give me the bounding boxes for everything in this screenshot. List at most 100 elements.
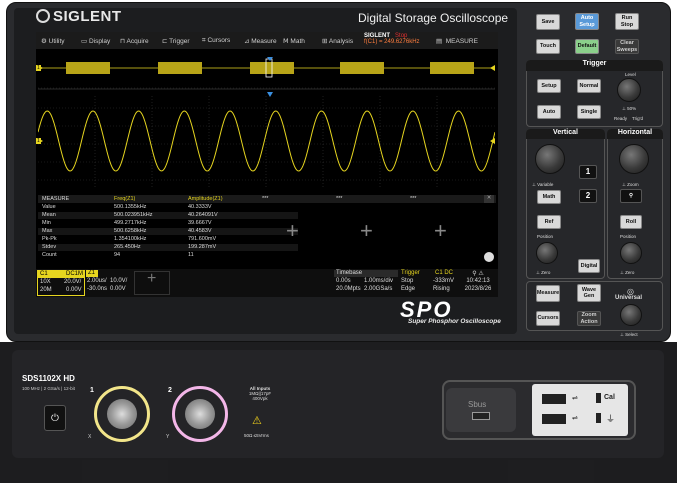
auto-setup-button[interactable]: Auto Setup	[575, 13, 599, 30]
usb-port-2[interactable]	[542, 414, 566, 424]
menu-toggle-icon[interactable]	[484, 252, 494, 262]
touch-button[interactable]: Touch	[536, 39, 560, 54]
zoom-action-button[interactable]: Zoom Action	[577, 311, 601, 326]
grid-lines	[38, 87, 495, 188]
universal-label: Universal	[615, 295, 643, 301]
measure-button[interactable]: Measure	[536, 285, 560, 302]
trigger-status[interactable]: SIGLENT Stop f(C1) = 249.6276kHz	[364, 33, 420, 45]
vertical-position-knob[interactable]	[536, 242, 558, 264]
usb-icon: ⇌	[572, 415, 578, 422]
roll-button[interactable]: Roll	[620, 215, 642, 229]
status-bar: C1 DC1M 10X 20.0V/ 20M 0.00V Z1 2.00us/10.0…	[36, 269, 498, 297]
trigger-level-knob[interactable]	[617, 78, 641, 102]
zero-label-h: ⊥ Zero	[620, 270, 635, 275]
table-row: Pk-Pk 1.354100kHz 791.600mV	[42, 236, 217, 242]
table-row: Max 500.6258kHz 40.4583V	[38, 228, 298, 236]
math-button[interactable]: Math	[537, 190, 561, 204]
ch1-button[interactable]: 1	[579, 165, 597, 179]
menu-trigger[interactable]: ⊏ Trigger	[162, 37, 190, 45]
waveform-grid[interactable]	[37, 56, 496, 188]
menu-math[interactable]: Ⅿ Math	[283, 37, 305, 45]
measure-empty-slots[interactable]: + + +	[264, 204, 492, 262]
normal-button[interactable]: Normal	[577, 79, 601, 93]
menu-measure-panel[interactable]: ▤ MEASURE	[436, 37, 478, 45]
sbus-port[interactable]: Sbus	[446, 388, 516, 432]
add-measure-icon: +	[434, 218, 447, 243]
model-name: SDS1102X HD	[22, 374, 75, 383]
position-label-v: Position	[537, 234, 554, 239]
warning-icon: ⚠	[252, 415, 262, 427]
vertical-scale-knob[interactable]	[535, 144, 565, 174]
clock: ⚲ ⚠ 10:42:13 2023/8/26	[458, 270, 498, 296]
auto-button[interactable]: Auto	[537, 105, 561, 119]
menu-acquire[interactable]: ⊓ Acquire	[120, 37, 149, 45]
add-measure-icon: +	[286, 218, 299, 243]
right-foot	[508, 460, 594, 483]
usb-port-1[interactable]	[542, 394, 566, 404]
table-row: Stdev 265.450Hz 199.287mV	[38, 244, 298, 252]
variable-label: ⊥ Variable	[532, 182, 554, 187]
ch2-button[interactable]: 2	[579, 189, 597, 203]
trigger-section-title: Trigger	[526, 60, 663, 71]
wave-gen-button[interactable]: Wave Gen	[577, 284, 601, 302]
ch1-label-top: 1	[36, 65, 41, 71]
ground-terminal[interactable]	[596, 413, 601, 423]
ready-indicator: Ready	[614, 116, 628, 121]
trigger-level-overview-marker	[490, 65, 495, 71]
table-row: Mean 500.023951kHz 40.264091V	[38, 212, 298, 220]
sbus-connector	[472, 412, 490, 420]
timebase-status[interactable]: Timebase 0.00s 1.00ms/div 20.0Mpts 2.00GSa…	[334, 270, 398, 296]
zoom-label: ⊥ Zoom	[622, 182, 639, 187]
default-button[interactable]: Default	[575, 39, 599, 54]
select-label: ⊥ Select	[620, 332, 638, 337]
product-title: Digital Storage Oscilloscope	[358, 11, 509, 25]
cal-terminal[interactable]	[596, 393, 601, 403]
ch2-input-label: 2	[168, 387, 172, 394]
menu-utility[interactable]: ⚙ Utility	[41, 37, 65, 45]
measure-table: MEASURE Freq(Z1) Amplitude(Z1) *** *** *…	[38, 195, 496, 265]
universal-knob[interactable]	[620, 304, 642, 326]
menu-cursors[interactable]: ⌗ Cursors	[202, 37, 230, 45]
add-measure-icon: +	[360, 218, 373, 243]
z1-status[interactable]: Z1 2.00us/10.0V/ -30.0ns 0.00V	[86, 270, 130, 296]
menu-display[interactable]: ▭ Display	[81, 37, 110, 45]
trigd-indicator: Trig'd	[632, 116, 643, 121]
spo-subtitle: Super Phosphor Oscilloscope	[408, 318, 501, 325]
power-button[interactable]: ⏻	[44, 405, 66, 431]
measure-close-icon[interactable]: ✕	[484, 195, 494, 203]
table-row: Count 94 11	[42, 252, 194, 258]
input-rating: 50Ω ≤5Vrms	[244, 433, 269, 438]
menu-measure[interactable]: ⊿ Measure	[244, 37, 277, 45]
digital-button[interactable]: Digital	[578, 259, 600, 273]
run-stop-button[interactable]: Run Stop	[615, 13, 639, 30]
trigger-pos-marker-zoom	[267, 92, 273, 97]
level-label: Level	[625, 72, 636, 77]
siglent-logo: SIGLENT	[36, 8, 122, 25]
ch1-bnc-connector[interactable]	[94, 386, 150, 442]
ch1-status[interactable]: C1 DC1M 10X 20.0V/ 20M 0.00V	[37, 270, 85, 296]
ch2-bnc-connector[interactable]	[172, 386, 228, 442]
search-icon[interactable]: ⚲	[620, 189, 642, 203]
add-icon: +	[147, 270, 157, 287]
trigger-status-box[interactable]: Trigger C1 DC Stop -333mV Edge Rising	[399, 270, 457, 296]
menu-bar: ⚙ Utility ▭ Display ⊓ Acquire ⊏ Trigger …	[36, 32, 498, 49]
save-button[interactable]: Save	[536, 14, 560, 30]
cursors-button[interactable]: Cursors	[536, 311, 560, 326]
clear-sweeps-button[interactable]: Clear Sweeps	[615, 39, 639, 54]
model-spec: 100 MHz | 2 GSa/s | 12-bit	[22, 386, 75, 391]
usb-icon: ⇌	[572, 395, 578, 402]
left-foot	[82, 460, 168, 483]
add-channel-slot[interactable]: +	[134, 270, 170, 295]
horizontal-scale-knob[interactable]	[619, 144, 649, 174]
menu-analysis[interactable]: ⊞ Analysis	[322, 37, 353, 45]
vertical-section-title: Vertical	[526, 129, 605, 139]
position-label-h: Position	[620, 234, 637, 239]
zero-label-v: ⊥ Zero	[536, 270, 551, 275]
power-icon: ⏻	[51, 413, 59, 424]
trigger-setup-button[interactable]: Setup	[537, 79, 561, 93]
waveform-svg	[37, 57, 496, 188]
ref-button[interactable]: Ref	[537, 215, 561, 229]
horizontal-position-knob[interactable]	[620, 242, 642, 264]
single-button[interactable]: Single	[577, 105, 601, 119]
table-row: Value 500.1355kHz 40.3333V	[42, 204, 212, 210]
